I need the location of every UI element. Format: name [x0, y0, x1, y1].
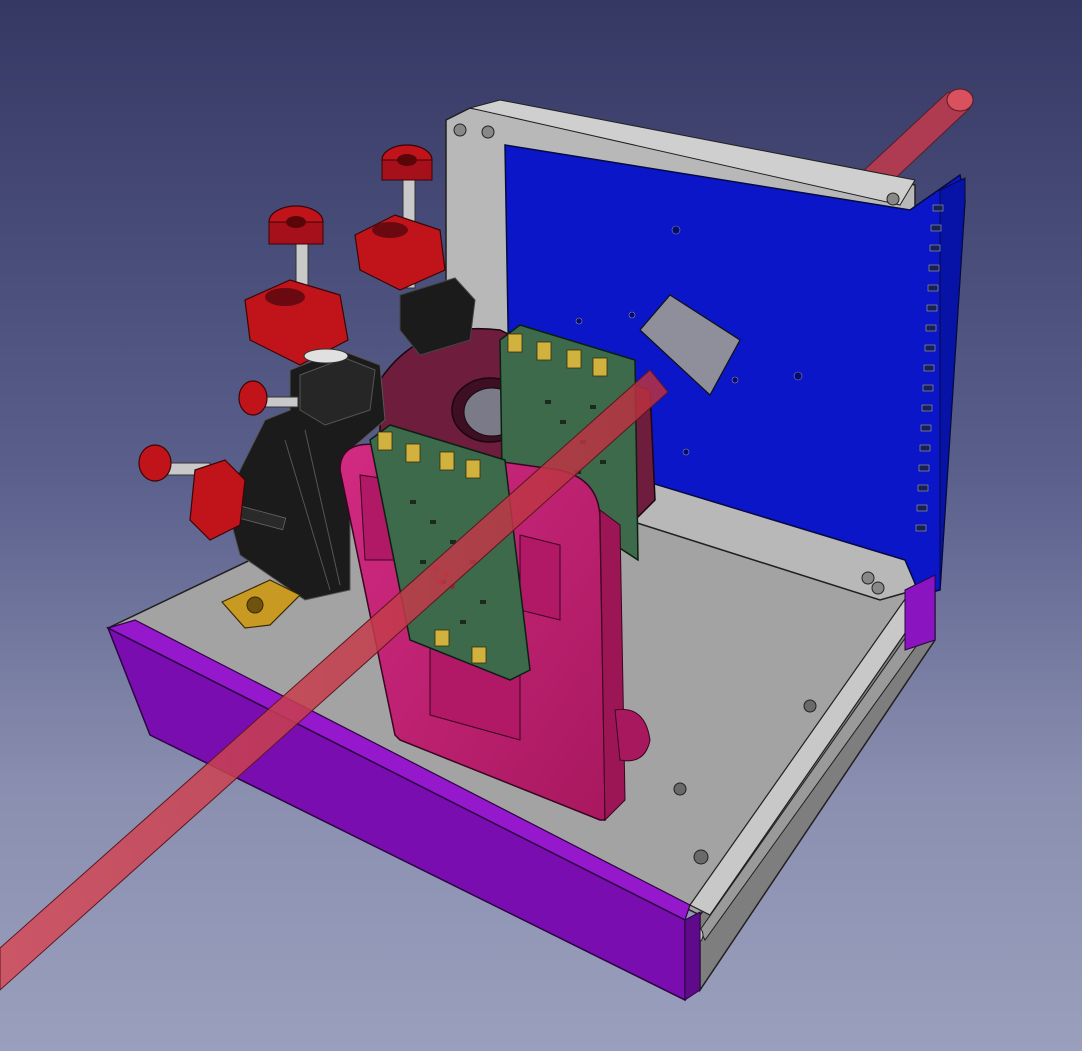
- cad-assembly-icon[interactable]: [0, 0, 1082, 1051]
- 3d-viewport[interactable]: [0, 0, 1082, 1051]
- side-knob-lower[interactable]: [138, 444, 246, 541]
- adjuster-knob-front[interactable]: [244, 205, 349, 366]
- adjuster-knob-rear[interactable]: [354, 144, 446, 291]
